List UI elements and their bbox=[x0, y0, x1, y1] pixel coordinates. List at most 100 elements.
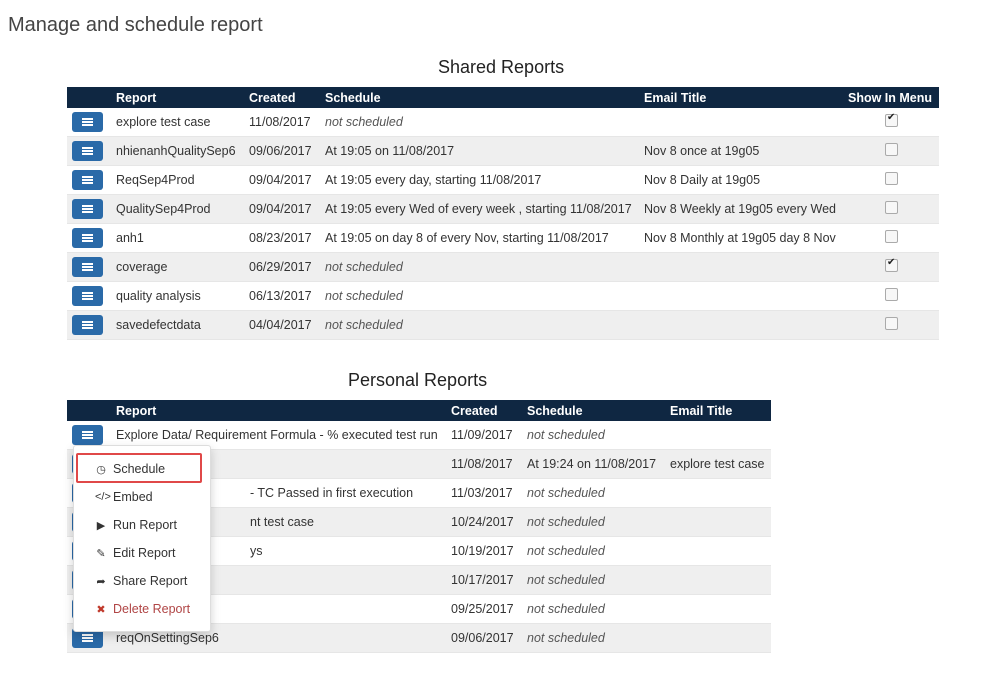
show-in-menu-checkbox[interactable] bbox=[885, 112, 898, 127]
created-date: 10/17/2017 bbox=[447, 565, 523, 595]
pencil-icon: ✎ bbox=[96, 547, 106, 560]
schedule-text: At 19:05 on day 8 of every Nov, starting… bbox=[321, 223, 640, 253]
email-title bbox=[666, 478, 771, 508]
hamburger-icon bbox=[82, 263, 93, 271]
column-header-created[interactable]: Created bbox=[447, 400, 523, 421]
shared-reports-title: Shared Reports bbox=[438, 57, 565, 77]
created-date: 09/06/2017 bbox=[245, 136, 321, 166]
schedule-text: not scheduled bbox=[523, 623, 666, 653]
menu-item-edit-report[interactable]: ✎ Edit Report bbox=[74, 541, 210, 565]
schedule-text: not scheduled bbox=[523, 507, 666, 537]
show-in-menu-checkbox[interactable] bbox=[885, 317, 898, 330]
schedule-text: not scheduled bbox=[523, 478, 666, 508]
row-menu-cell bbox=[67, 310, 112, 340]
menu-item-share-report[interactable]: ➦ Share Report bbox=[74, 569, 210, 593]
row-menu-button[interactable] bbox=[72, 112, 103, 132]
created-date: 06/29/2017 bbox=[245, 252, 321, 282]
menu-item-label: Delete Report bbox=[113, 602, 191, 616]
created-date: 04/04/2017 bbox=[245, 310, 321, 340]
table-row: coverage 06/29/2017 not scheduled bbox=[67, 252, 939, 282]
show-in-menu-checkbox[interactable] bbox=[885, 230, 898, 243]
show-in-menu-checkbox[interactable] bbox=[885, 201, 898, 214]
hamburger-icon bbox=[82, 321, 93, 329]
created-date: 09/04/2017 bbox=[245, 165, 321, 195]
schedule-text: At 19:05 every Wed of every week , start… bbox=[321, 194, 640, 224]
schedule-text: not scheduled bbox=[321, 108, 640, 137]
email-title bbox=[666, 421, 771, 450]
schedule-text: not scheduled bbox=[523, 565, 666, 595]
show-in-menu-checkbox[interactable] bbox=[885, 288, 898, 301]
show-in-menu-checkbox[interactable] bbox=[885, 143, 898, 156]
menu-item-run-report[interactable]: ▶ Run Report bbox=[74, 513, 210, 537]
show-in-menu-cell bbox=[844, 194, 939, 224]
menu-item-label: Share Report bbox=[113, 574, 188, 588]
shared-reports-table: Report Created Schedule Email Title Show… bbox=[67, 87, 939, 340]
table-row: explore test case 11/08/2017 not scheduled bbox=[67, 108, 939, 137]
menu-column-header bbox=[67, 400, 112, 421]
menu-item-label: Embed bbox=[113, 490, 153, 504]
row-menu-cell bbox=[67, 136, 112, 166]
created-date: 09/25/2017 bbox=[447, 594, 523, 624]
show-in-menu-checkbox[interactable] bbox=[885, 257, 898, 272]
show-in-menu-cell bbox=[844, 165, 939, 195]
schedule-text: At 19:05 every day, starting 11/08/2017 bbox=[321, 165, 640, 195]
row-menu-button[interactable] bbox=[72, 228, 103, 248]
report-name: coverage bbox=[112, 252, 245, 282]
row-menu-button[interactable] bbox=[72, 257, 103, 277]
personal-reports-title: Personal Reports bbox=[348, 370, 488, 390]
column-header-schedule[interactable]: Schedule bbox=[523, 400, 666, 421]
table-row: anh1 08/23/2017 At 19:05 on day 8 of every… bbox=[67, 223, 939, 253]
hamburger-icon bbox=[82, 292, 93, 300]
created-date: 10/24/2017 bbox=[447, 507, 523, 537]
hamburger-icon bbox=[82, 634, 93, 642]
row-menu-button[interactable] bbox=[72, 141, 103, 161]
row-menu-button[interactable] bbox=[72, 170, 103, 190]
email-title bbox=[666, 623, 771, 653]
schedule-text: not scheduled bbox=[321, 252, 640, 282]
table-row: quality analysis 06/13/2017 not scheduled bbox=[67, 281, 939, 311]
schedule-text: not scheduled bbox=[523, 594, 666, 624]
menu-item-label: Schedule bbox=[113, 462, 166, 476]
column-header-schedule[interactable]: Schedule bbox=[321, 87, 640, 108]
column-header-report[interactable]: Report bbox=[112, 87, 245, 108]
row-menu-button[interactable] bbox=[72, 286, 103, 306]
column-header-show-in-menu[interactable]: Show In Menu bbox=[844, 87, 939, 108]
show-in-menu-cell bbox=[844, 223, 939, 253]
row-menu-button[interactable] bbox=[72, 315, 103, 335]
show-in-menu-checkbox[interactable] bbox=[885, 172, 898, 185]
clock-icon: ◷ bbox=[96, 463, 106, 476]
table-header-row: Report Created Schedule Email Title bbox=[67, 400, 771, 421]
hamburger-icon bbox=[82, 176, 93, 184]
code-icon: </> bbox=[95, 491, 111, 503]
schedule-text: not scheduled bbox=[523, 421, 666, 450]
report-name: anh1 bbox=[112, 223, 245, 253]
menu-item-label: Edit Report bbox=[113, 546, 176, 560]
table-row: QualitySep4Prod 09/04/2017 At 19:05 every … bbox=[67, 194, 939, 224]
hamburger-icon bbox=[82, 205, 93, 213]
column-header-email-title[interactable]: Email Title bbox=[640, 87, 844, 108]
show-in-menu-cell bbox=[844, 252, 939, 282]
row-menu-cell bbox=[67, 194, 112, 224]
row-menu-button[interactable] bbox=[72, 425, 103, 445]
column-header-created[interactable]: Created bbox=[245, 87, 321, 108]
email-title bbox=[666, 565, 771, 595]
created-date: 10/19/2017 bbox=[447, 536, 523, 566]
hamburger-icon bbox=[82, 118, 93, 126]
email-title bbox=[640, 252, 844, 282]
email-title: Nov 8 Daily at 19g05 bbox=[640, 165, 844, 195]
report-name: savedefectdata bbox=[112, 310, 245, 340]
created-date: 09/04/2017 bbox=[245, 194, 321, 224]
table-row: ReqSep4Prod 09/04/2017 At 19:05 every day,… bbox=[67, 165, 939, 195]
row-menu-cell bbox=[67, 252, 112, 282]
row-menu-button[interactable] bbox=[72, 199, 103, 219]
column-header-email-title[interactable]: Email Title bbox=[666, 400, 771, 421]
email-title bbox=[640, 108, 844, 137]
created-date: 11/09/2017 bbox=[447, 421, 523, 450]
menu-item-schedule[interactable]: ◷ Schedule bbox=[74, 457, 210, 481]
menu-item-embed[interactable]: </> Embed bbox=[74, 485, 210, 509]
show-in-menu-cell bbox=[844, 281, 939, 311]
column-header-report[interactable]: Report bbox=[112, 400, 447, 421]
row-menu-cell bbox=[67, 108, 112, 137]
menu-item-delete-report[interactable]: ✖ Delete Report bbox=[74, 597, 210, 621]
menu-item-label: Run Report bbox=[113, 518, 177, 532]
